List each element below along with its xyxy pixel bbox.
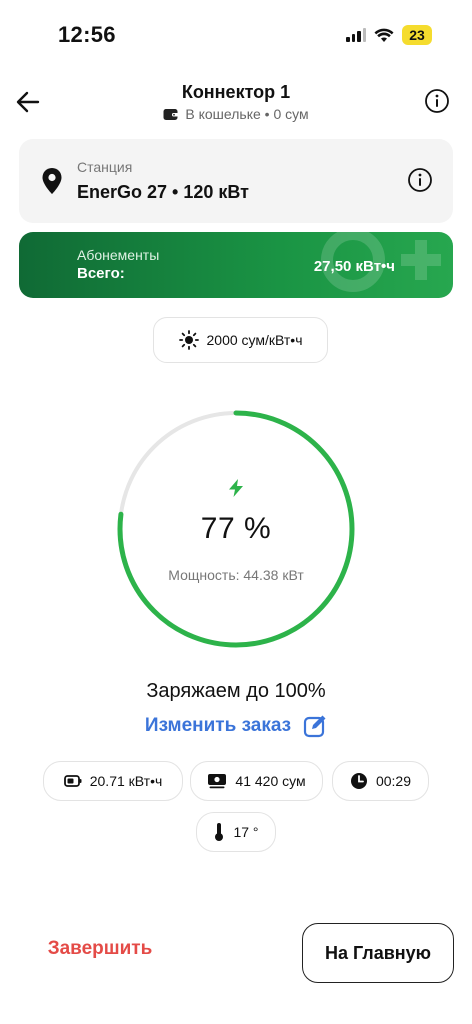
battery-badge: 23 bbox=[402, 25, 432, 45]
tariff-text: 2000 сум/кВт•ч bbox=[206, 332, 303, 348]
subscriptions-total-value: 27,50 кВт•ч bbox=[313, 258, 395, 275]
battery-icon bbox=[63, 775, 82, 787]
wallet-status: В кошельке • 0 сум bbox=[0, 106, 472, 122]
finish-button[interactable]: Завершить bbox=[30, 938, 170, 968]
status-bar: 12:56 23 bbox=[0, 0, 472, 70]
time-value: 00:29 bbox=[375, 773, 412, 789]
thermometer-icon bbox=[215, 823, 224, 841]
station-label: Станция bbox=[77, 159, 133, 175]
charge-percent: 77 % bbox=[200, 512, 272, 545]
subscriptions-total-label: Всего: bbox=[77, 265, 125, 282]
temperature-chip: 17 ° bbox=[196, 812, 276, 852]
time-chip: 00:29 bbox=[332, 761, 429, 801]
header: Коннектор 1 В кошельке • 0 сум bbox=[0, 80, 472, 128]
charge-power: Мощность: 44.38 кВт bbox=[168, 567, 304, 583]
change-order-label: Изменить заказ bbox=[144, 715, 292, 736]
cost-chip: 41 420 сум bbox=[190, 761, 323, 801]
station-card[interactable]: Станция EnerGo 27 • 120 кВт bbox=[19, 139, 453, 223]
home-button[interactable]: На Главную bbox=[302, 923, 454, 983]
money-icon bbox=[208, 774, 227, 789]
charging-target: Заряжаем до 100% bbox=[146, 680, 326, 702]
wallet-icon bbox=[163, 108, 179, 120]
sun-icon bbox=[178, 330, 199, 350]
station-info-icon[interactable] bbox=[407, 167, 433, 193]
cost-value: 41 420 сум bbox=[235, 773, 306, 789]
cellular-signal-icon bbox=[346, 28, 366, 42]
status-icons: 23 bbox=[346, 25, 432, 45]
energy-value: 20.71 кВт•ч bbox=[89, 773, 163, 789]
lightning-icon bbox=[229, 479, 243, 497]
clock-icon bbox=[350, 773, 367, 789]
wifi-icon bbox=[374, 28, 394, 42]
energy-chip: 20.71 кВт•ч bbox=[43, 761, 183, 801]
station-name: EnerGo 27 • 120 кВт bbox=[77, 182, 249, 202]
status-time: 12:56 bbox=[58, 22, 116, 47]
change-order-link[interactable]: Изменить заказ bbox=[0, 714, 472, 738]
location-pin-icon bbox=[42, 168, 62, 194]
wallet-text: В кошельке • 0 сум bbox=[185, 106, 309, 122]
subscriptions-label: Абонементы bbox=[77, 247, 160, 263]
subscriptions-card[interactable]: Абонементы Всего: 27,50 кВт•ч bbox=[19, 232, 453, 298]
edit-icon bbox=[303, 715, 326, 738]
temperature-value: 17 ° bbox=[233, 824, 259, 840]
tariff-chip: 2000 сум/кВт•ч bbox=[153, 317, 328, 363]
page-title: Коннектор 1 bbox=[181, 82, 291, 102]
info-icon[interactable] bbox=[424, 88, 450, 114]
home-button-label: На Главную bbox=[324, 942, 432, 963]
